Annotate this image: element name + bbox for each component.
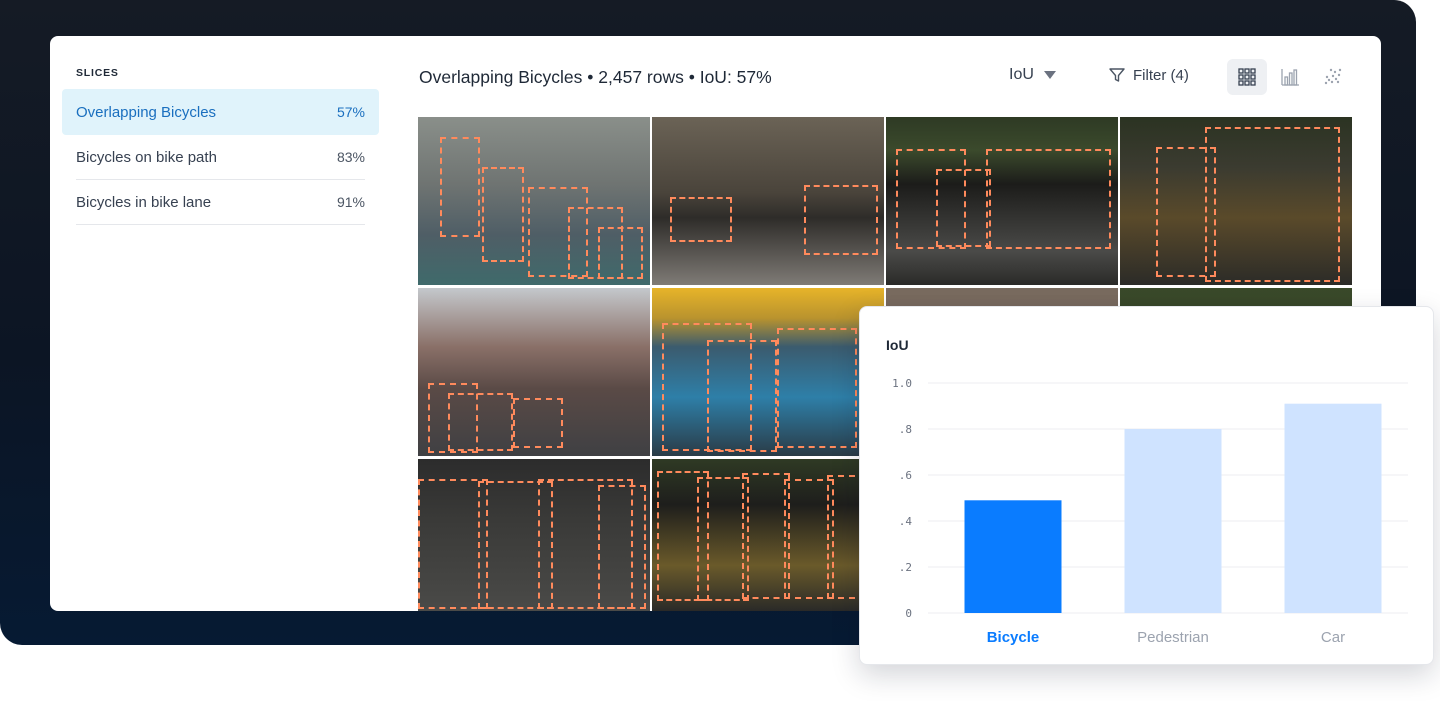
bbox [448, 393, 513, 451]
bbox [777, 328, 857, 448]
y-tick-label: .6 [899, 469, 912, 482]
slice-overlapping-bicycles[interactable]: Overlapping Bicycles 57% [62, 89, 379, 135]
slice-label: Overlapping Bicycles [76, 103, 217, 121]
y-tick-label: .4 [899, 515, 913, 528]
bbox [986, 149, 1111, 249]
x-tick-label: Pedestrian [1137, 629, 1209, 646]
slice-label: Bicycles in bike lane [76, 193, 212, 211]
image-tile[interactable] [418, 459, 650, 611]
slices-sidebar: SLICES Overlapping Bicycles 57% Bicycles… [62, 36, 380, 611]
image-tile[interactable] [652, 459, 884, 611]
slices-heading: SLICES [76, 67, 119, 79]
image-tile[interactable] [1120, 117, 1352, 285]
bbox [670, 197, 732, 242]
scatter-plot-icon [1324, 68, 1342, 85]
slice-label: Bicycles on bike path [76, 148, 217, 166]
slice-divider [76, 224, 365, 225]
x-tick-label: Car [1321, 629, 1345, 646]
image-tile[interactable] [418, 288, 650, 456]
slice-bicycles-in-bike-lane[interactable]: Bicycles in bike lane 91% [62, 179, 379, 225]
y-tick-label: 0 [905, 607, 912, 620]
bar-car [1284, 403, 1382, 613]
image-tile[interactable] [886, 117, 1118, 285]
metric-dropdown-value: IoU [1009, 66, 1034, 83]
bbox [513, 398, 563, 448]
y-tick-label: 1.0 [892, 377, 912, 390]
bbox [598, 227, 643, 279]
iou-chart-card: IoU 0.2.4.6.8 1.0 Bicycle Pedestrian Car [859, 306, 1434, 665]
page-title: Overlapping Bicycles • 2,457 rows • IoU:… [419, 67, 772, 87]
y-tick-label: .8 [899, 423, 912, 436]
image-tile[interactable] [652, 117, 884, 285]
slice-percentage: 83% [336, 149, 365, 165]
grid-view-button[interactable] [1227, 59, 1267, 95]
filter-icon [1109, 68, 1125, 82]
grid-view-icon [1238, 68, 1256, 86]
bar-chart-view-button[interactable] [1270, 59, 1310, 95]
bbox [804, 185, 878, 255]
scatter-view-button[interactable] [1313, 59, 1353, 95]
slice-percentage: 91% [336, 194, 365, 210]
x-tick-label: Bicycle [987, 629, 1040, 646]
image-tile[interactable] [652, 288, 884, 456]
chevron-down-icon [1043, 71, 1056, 79]
bbox [742, 473, 790, 599]
bar-bicycle [964, 500, 1062, 613]
bar-pedestrian [1124, 429, 1222, 613]
bar-chart-icon [1281, 69, 1299, 86]
bbox [482, 167, 524, 262]
bbox [936, 169, 991, 247]
bbox [707, 340, 777, 452]
bbox [440, 137, 480, 237]
bbox [598, 485, 646, 609]
image-tile[interactable] [418, 117, 650, 285]
y-tick-label: .2 [899, 561, 912, 574]
iou-bar-chart: 0 .2 .4 .6 .8 1.0 Bicycle Pedestrian Car [892, 377, 1408, 646]
bbox [1205, 127, 1340, 282]
slice-percentage: 57% [336, 104, 365, 120]
filter-label: Filter (4) [1133, 66, 1189, 84]
slice-bicycles-on-bike-path[interactable]: Bicycles on bike path 83% [62, 134, 379, 180]
filter-button[interactable]: Filter (4) [1108, 66, 1189, 84]
metric-dropdown[interactable]: IoU [1009, 66, 1056, 84]
